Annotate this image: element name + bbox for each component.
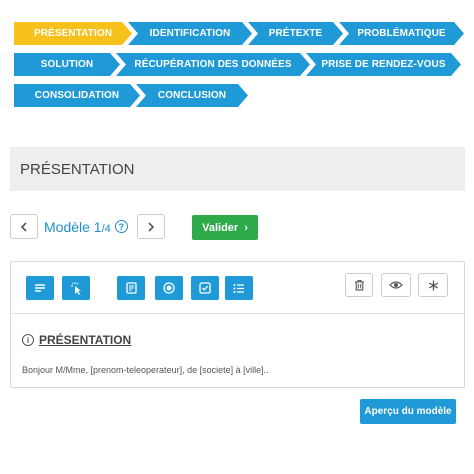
model-current: Modèle 1	[44, 218, 102, 235]
step-presentation[interactable]: PRÉSENTATION	[14, 22, 132, 45]
text-block-button[interactable]	[26, 276, 54, 300]
editor-panel: i PRÉSENTATION Bonjour M/Mme, [prenom-te…	[10, 261, 465, 388]
preview-toggle-button[interactable]	[381, 273, 411, 297]
editor-content[interactable]: i PRÉSENTATION Bonjour M/Mme, [prenom-te…	[11, 314, 464, 394]
text-lines-icon	[35, 284, 45, 292]
chevron-right-icon	[148, 221, 154, 232]
apercu-modele-button[interactable]: Aperçu du modèle	[360, 399, 456, 424]
click-action-button[interactable]	[62, 276, 90, 300]
valider-button[interactable]: Valider ›	[192, 215, 258, 240]
content-text: Bonjour M/Mme, [prenom-teleoperateur], d…	[22, 365, 269, 375]
radio-icon	[163, 282, 175, 294]
valider-label: Valider	[202, 221, 239, 234]
step-problematique[interactable]: PROBLÉMATIQUE	[339, 22, 464, 45]
document-block-button[interactable]	[117, 276, 145, 300]
step-row-3: CONSOLIDATION CONCLUSION	[14, 84, 464, 107]
step-row-1: PRÉSENTATION IDENTIFICATION PRÉTEXTE PRO…	[14, 22, 464, 45]
eye-icon	[389, 281, 403, 289]
model-label: Modèle 1/4	[44, 219, 111, 235]
checkbox-block-button[interactable]	[191, 276, 219, 300]
checkbox-icon	[199, 282, 211, 294]
section-title: PRÉSENTATION	[10, 147, 465, 191]
step-consolidation[interactable]: CONSOLIDATION	[14, 84, 140, 107]
step-conclusion[interactable]: CONCLUSION	[136, 84, 248, 107]
model-navigator: Modèle 1/4 ?	[10, 214, 165, 239]
step-row-2: SOLUTION RÉCUPÉRATION DES DONNÉES PRISE …	[14, 53, 464, 76]
radio-block-button[interactable]	[155, 276, 183, 300]
chevron-right-icon: ›	[244, 221, 248, 234]
trash-icon	[354, 279, 364, 291]
step-ribbon: PRÉSENTATION IDENTIFICATION PRÉTEXTE PRO…	[14, 22, 464, 115]
delete-button[interactable]	[345, 273, 373, 297]
list-icon	[233, 283, 244, 293]
list-block-button[interactable]	[225, 276, 253, 300]
step-recuperation-donnees[interactable]: RÉCUPÉRATION DES DONNÉES	[116, 53, 310, 76]
click-pointer-icon	[70, 281, 81, 295]
step-identification[interactable]: IDENTIFICATION	[128, 22, 252, 45]
content-title: i PRÉSENTATION	[22, 333, 453, 347]
document-icon	[125, 282, 137, 294]
asterisk-icon	[428, 280, 438, 290]
required-toggle-button[interactable]	[418, 273, 448, 297]
step-prise-rendez-vous[interactable]: PRISE DE RENDEZ-VOUS	[306, 53, 461, 76]
step-solution[interactable]: SOLUTION	[14, 53, 120, 76]
next-model-button[interactable]	[136, 214, 165, 239]
chevron-left-icon	[20, 221, 27, 232]
content-title-text: PRÉSENTATION	[39, 333, 132, 347]
help-icon[interactable]: ?	[114, 220, 128, 233]
model-total: /4	[101, 222, 111, 235]
editor-toolbar	[11, 262, 464, 314]
prev-model-button[interactable]	[10, 214, 38, 239]
info-icon: i	[22, 334, 34, 346]
step-pretexte[interactable]: PRÉTEXTE	[248, 22, 343, 45]
